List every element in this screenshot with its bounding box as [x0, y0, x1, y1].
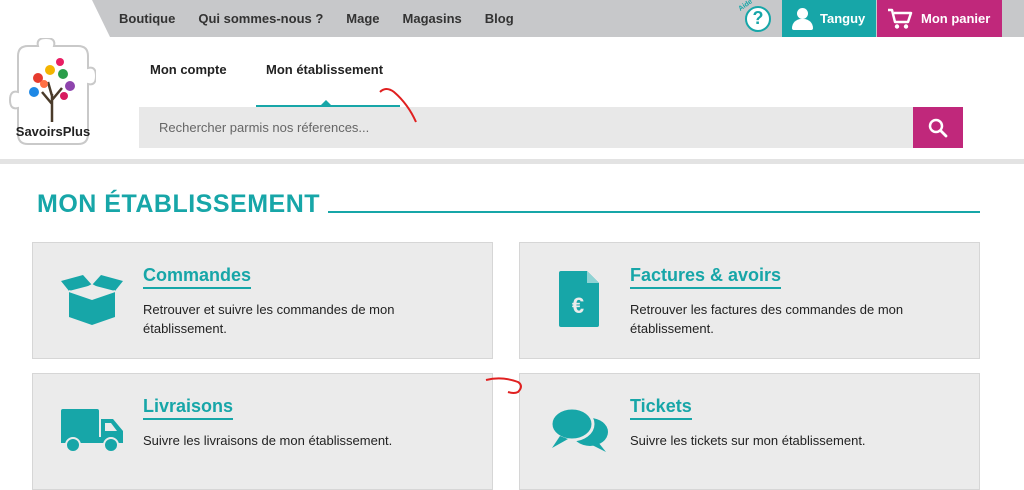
card-title[interactable]: Livraisons — [143, 396, 234, 420]
search-input[interactable] — [139, 107, 913, 148]
top-nav-boutique[interactable]: Boutique — [119, 11, 175, 26]
help-icon: ? — [745, 6, 771, 32]
card-title[interactable]: Commandes — [143, 265, 252, 289]
header-divider — [0, 159, 1024, 164]
top-nav-mage[interactable]: Mage — [346, 11, 379, 26]
search-bar — [139, 107, 913, 148]
svg-text:€: € — [572, 293, 584, 318]
top-bar-logo-notch — [0, 0, 110, 37]
cart-button[interactable]: Mon panier — [877, 0, 1002, 37]
card-livraisons[interactable]: Livraisons Suivre les livraisons de mon … — [32, 373, 493, 490]
page-title: MON ÉTABLISSEMENT — [37, 190, 329, 219]
top-nav: Boutique Qui sommes-nous ? Mage Magasins… — [119, 0, 537, 37]
card-description: Retrouver les factures des commandes de … — [630, 302, 904, 336]
chat-bubbles-icon — [544, 400, 614, 460]
top-nav-blog[interactable]: Blog — [485, 11, 514, 26]
user-icon — [792, 7, 813, 30]
cart-icon — [888, 8, 913, 29]
card-description: Retrouver et suivre les commandes de mon… — [143, 302, 395, 336]
user-account-button[interactable]: Tanguy — [782, 0, 876, 37]
title-rule — [310, 211, 980, 213]
search-button[interactable] — [913, 107, 963, 148]
top-nav-magasins[interactable]: Magasins — [403, 11, 462, 26]
active-tab-caret — [320, 100, 332, 106]
card-title[interactable]: Factures & avoirs — [630, 265, 782, 289]
cart-label: Mon panier — [921, 11, 991, 26]
card-commandes[interactable]: Commandes Retrouver et suivre les comman… — [32, 242, 493, 359]
card-factures-avoirs[interactable]: € Factures & avoirs Retrouver les factur… — [519, 242, 980, 359]
top-nav-qui-sommes-nous[interactable]: Qui sommes-nous ? — [198, 11, 323, 26]
search-icon — [928, 118, 948, 137]
card-tickets[interactable]: Tickets Suivre les tickets sur mon établ… — [519, 373, 980, 490]
savoirsplus-logo[interactable]: SavoirsPlus — [8, 36, 98, 146]
card-description: Suivre les tickets sur mon établissement… — [630, 433, 866, 448]
box-icon — [57, 269, 127, 329]
tab-mon-compte[interactable]: Mon compte — [150, 62, 250, 77]
logo-text: SavoirsPlus — [16, 124, 90, 139]
user-name: Tanguy — [820, 11, 866, 26]
truck-icon — [57, 400, 127, 460]
help-button[interactable]: Aide ? — [737, 0, 772, 33]
tab-mon-etablissement[interactable]: Mon établissement — [266, 62, 426, 77]
invoice-euro-icon: € — [544, 269, 614, 329]
card-description: Suivre les livraisons de mon établisseme… — [143, 433, 393, 448]
card-title[interactable]: Tickets — [630, 396, 692, 420]
